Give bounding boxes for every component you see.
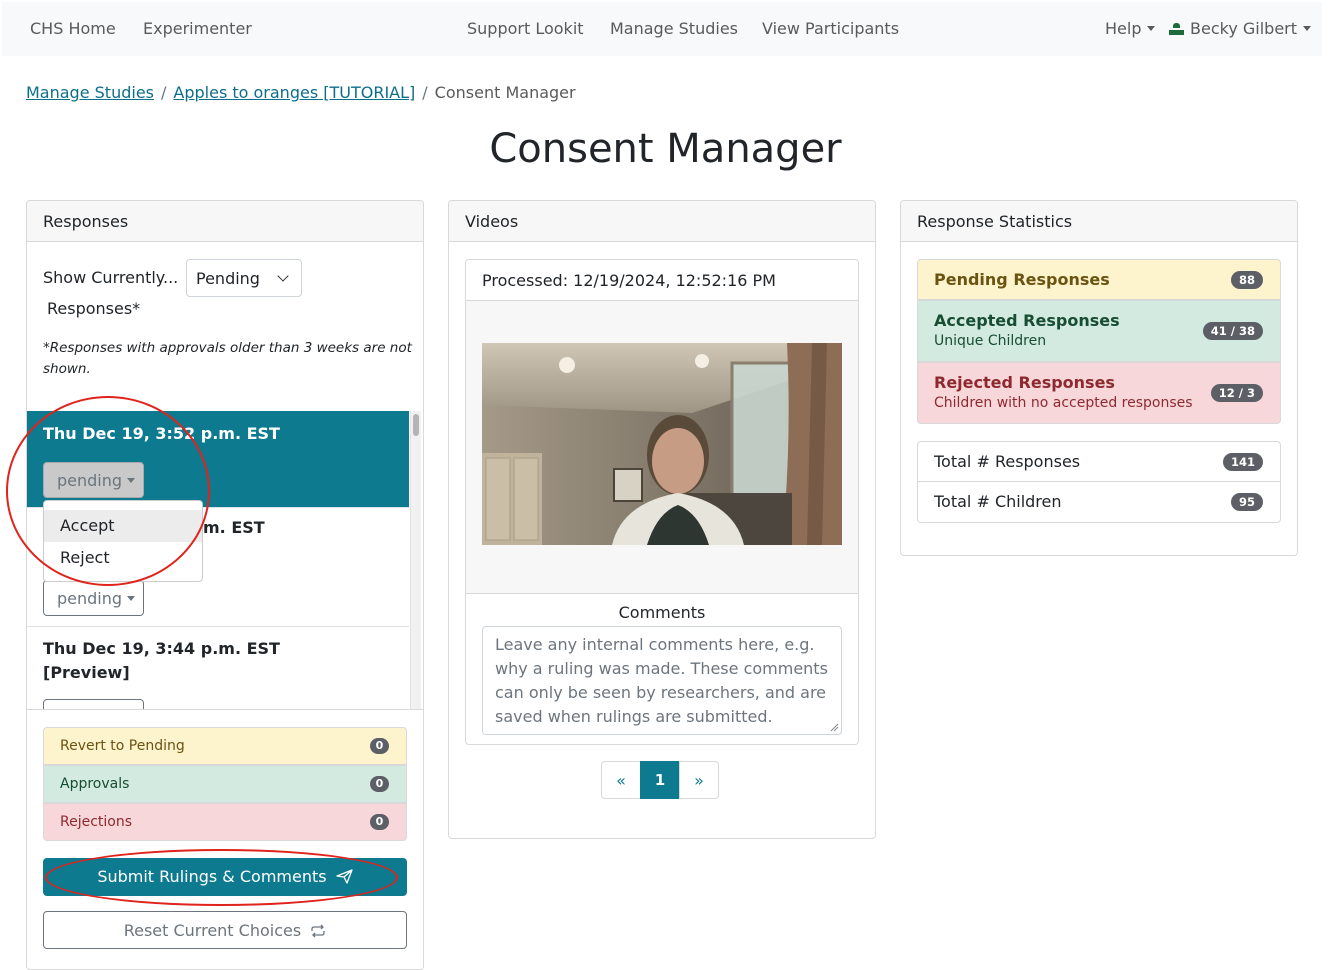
video-player[interactable]	[482, 343, 842, 545]
rejected-responses-stat: Rejected Responses Children with no acce…	[917, 362, 1281, 424]
comments-label: Comments	[618, 603, 706, 622]
rejections-row: Rejections 0	[43, 803, 407, 841]
tally-label: Rejections	[60, 814, 133, 830]
submit-rulings-button[interactable]: Submit Rulings & Comments	[43, 858, 407, 896]
dropdown-reject[interactable]: Reject	[44, 542, 202, 574]
pagination-prev[interactable]: «	[601, 761, 641, 799]
videos-card: Videos Processed: 12/19/2024, 12:52:16 P…	[448, 200, 876, 839]
status-dropdown-button[interactable]: pending	[43, 580, 144, 616]
nav-experimenter[interactable]: Experimenter	[143, 19, 252, 38]
caret-down-icon	[1147, 26, 1156, 31]
repeat-icon	[311, 924, 325, 938]
response-date: m. EST	[203, 518, 265, 537]
breadcrumb-current: Consent Manager	[434, 83, 576, 102]
user-icon	[1169, 23, 1184, 35]
reset-choices-button[interactable]: Reset Current Choices	[43, 911, 407, 949]
chevron-down-icon	[277, 270, 289, 282]
accepted-responses-stat: Accepted Responses Unique Children 41 / …	[917, 300, 1281, 362]
preview-tag: [Preview]	[43, 663, 130, 682]
nav-view-participants[interactable]: View Participants	[762, 19, 899, 38]
responses-header: Responses	[27, 201, 423, 242]
nav-help-dropdown[interactable]: Help	[1105, 19, 1156, 38]
tally-count: 0	[370, 814, 389, 830]
response-date: Thu Dec 19, 3:52 p.m. EST	[43, 424, 280, 443]
video-pagination: « 1 »	[601, 761, 719, 799]
revert-to-pending-row: Revert to Pending 0	[43, 727, 407, 765]
breadcrumb-separator: /	[422, 83, 428, 102]
video-area	[466, 301, 858, 594]
status-label: pending	[57, 589, 123, 608]
response-statistics-card: Response Statistics Pending Responses 88…	[900, 200, 1298, 556]
stat-badge: 95	[1230, 493, 1263, 511]
breadcrumb: Manage Studies / Apples to oranges [TUTORI…	[26, 83, 576, 102]
top-navbar: CHS Home Experimenter Support Lookit Man…	[2, 2, 1322, 56]
responses-suffix-label: Responses*	[47, 299, 141, 318]
nav-chs-home[interactable]: CHS Home	[30, 19, 116, 38]
breadcrumb-manage-studies[interactable]: Manage Studies	[26, 83, 154, 102]
stat-title: Total # Responses	[934, 452, 1081, 471]
total-responses-stat: Total # Responses 141	[917, 441, 1281, 482]
pagination-next[interactable]: »	[679, 761, 719, 799]
send-icon	[336, 869, 353, 884]
tally-label: Revert to Pending	[60, 738, 185, 754]
breadcrumb-study[interactable]: Apples to oranges [TUTORIAL]	[173, 83, 415, 102]
response-date: Thu Dec 19, 3:44 p.m. EST	[43, 639, 280, 658]
approvals-note: *Responses with approvals older than 3 w…	[43, 340, 412, 377]
comments-textarea[interactable]: Leave any internal comments here, e.g. w…	[482, 626, 842, 735]
tally-label: Approvals	[60, 776, 130, 792]
pending-responses-stat: Pending Responses 88	[917, 259, 1281, 300]
status-dropdown-button[interactable]: pending	[43, 462, 144, 498]
stat-badge: 141	[1222, 453, 1263, 471]
stat-title: Pending Responses	[934, 270, 1110, 289]
responses-card: Responses Show Currently... Pending Resp…	[26, 200, 424, 970]
nav-help-label: Help	[1105, 19, 1142, 38]
comments-placeholder: Leave any internal comments here, e.g. w…	[495, 635, 828, 726]
nav-manage-studies[interactable]: Manage Studies	[610, 19, 738, 38]
video-panel: Processed: 12/19/2024, 12:52:16 PM Comme…	[465, 259, 859, 745]
total-children-stat: Total # Children 95	[917, 482, 1281, 523]
list-item[interactable]: Thu Dec 19, 3:52 p.m. EST pending	[27, 411, 409, 508]
status-dropdown-button[interactable]	[43, 699, 144, 709]
stat-badge: 88	[1230, 271, 1263, 289]
stat-badge: 12 / 3	[1210, 384, 1263, 402]
show-currently-label: Show Currently...	[43, 268, 179, 287]
nav-user-dropdown[interactable]: Becky Gilbert	[1169, 19, 1312, 38]
stat-title: Total # Children	[934, 492, 1062, 511]
caret-down-icon	[127, 478, 136, 483]
caret-down-icon	[127, 596, 136, 601]
processed-timestamp: Processed: 12/19/2024, 12:52:16 PM	[466, 260, 858, 301]
tally-count: 0	[370, 776, 389, 792]
stat-badge: 41 / 38	[1202, 322, 1263, 340]
approvals-row: Approvals 0	[43, 765, 407, 803]
status-label: pending	[57, 471, 123, 490]
response-filter-value: Pending	[196, 269, 260, 288]
list-scrollbar[interactable]	[410, 411, 421, 709]
response-filter-select[interactable]: Pending	[186, 259, 302, 297]
dropdown-accept[interactable]: Accept	[44, 510, 202, 542]
reset-label: Reset Current Choices	[123, 921, 302, 940]
video-thumbnail-image	[482, 343, 842, 545]
divider	[27, 709, 423, 710]
nav-support-lookit[interactable]: Support Lookit	[467, 19, 584, 38]
breadcrumb-separator: /	[161, 83, 167, 102]
list-item[interactable]: Thu Dec 19, 3:44 p.m. EST [Preview]	[27, 627, 409, 709]
status-dropdown-menu: Accept Reject	[43, 500, 203, 582]
caret-down-icon	[1303, 26, 1312, 31]
resize-grip-icon[interactable]	[829, 722, 839, 732]
stats-header: Response Statistics	[901, 201, 1297, 242]
tally-count: 0	[370, 738, 389, 754]
videos-header: Videos	[449, 201, 875, 242]
nav-user-name: Becky Gilbert	[1190, 19, 1298, 38]
scrollbar-thumb[interactable]	[413, 414, 419, 436]
page-title: Consent Manager	[489, 126, 842, 172]
pagination-page-1[interactable]: 1	[640, 761, 680, 799]
submit-label: Submit Rulings & Comments	[97, 867, 327, 886]
